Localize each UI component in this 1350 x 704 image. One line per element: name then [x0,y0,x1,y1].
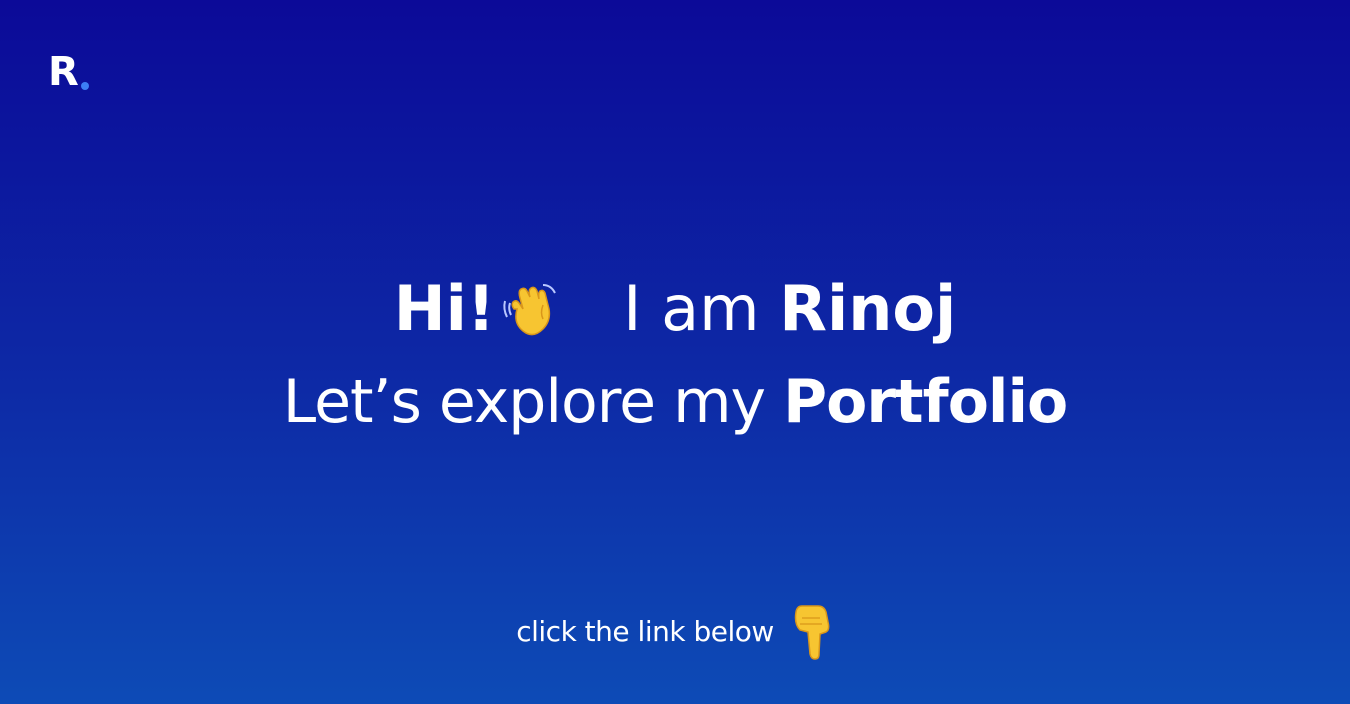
portfolio-highlight: Portfolio [783,367,1068,437]
logo-dot [80,82,89,90]
waving-hand-icon [499,279,559,339]
cta-text: click the link below [516,615,774,648]
hero-section: Hi! I am Rinoj Let’s explore my Portfoli… [0,270,1350,442]
brand-logo[interactable]: R [48,52,89,92]
logo-letter: R [48,49,79,95]
explore-line: Let’s explore my Portfolio [0,362,1350,442]
cta-row: click the link below [0,604,1350,660]
greeting-text: Hi! [393,272,496,345]
pointing-down-hand-icon [790,604,834,660]
name-text: Rinoj [779,272,957,345]
explore-prefix: Let’s explore my [282,367,784,437]
intro-prefix: I am [623,272,780,345]
greeting-line: Hi! I am Rinoj [0,270,1350,348]
